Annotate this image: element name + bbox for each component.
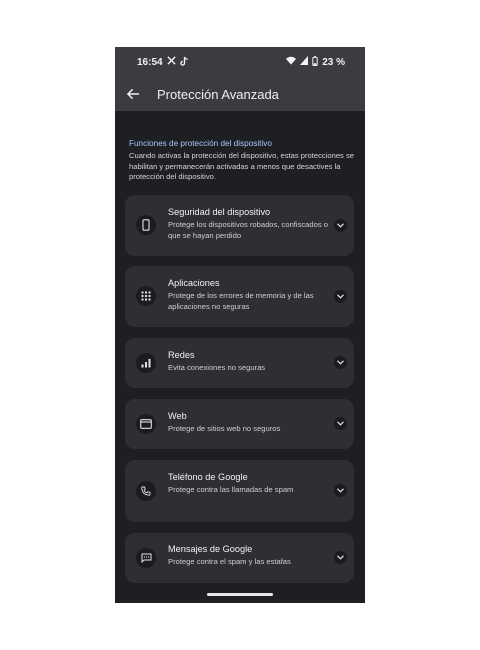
chevron-down-icon[interactable] — [334, 417, 347, 430]
page-title: Protección Avanzada — [157, 86, 279, 102]
card-google-messages[interactable]: Mensajes de Google Protege contra el spa… — [125, 533, 354, 583]
status-time: 16:54 — [137, 56, 163, 68]
battery-icon — [312, 55, 318, 69]
back-arrow-icon[interactable] — [125, 86, 141, 102]
chevron-down-icon[interactable] — [334, 356, 347, 369]
card-subtitle: Protege de los errores de memoria y de l… — [168, 291, 314, 311]
phone-screen: 16:54 23 % Protección Avanzada Funciones… — [115, 47, 365, 603]
section-title: Funciones de protección del dispositivo — [129, 139, 272, 148]
battery-percent: 23 % — [322, 56, 345, 68]
chevron-down-icon[interactable] — [334, 219, 347, 232]
card-text: Seguridad del dispositivo Protege los di… — [168, 207, 328, 241]
card-networks[interactable]: Redes Evita conexiones no seguras — [125, 338, 354, 388]
section-description: Cuando activas la protección del disposi… — [129, 151, 354, 181]
chevron-down-icon[interactable] — [334, 551, 347, 564]
card-text: Mensajes de Google Protege contra el spa… — [168, 544, 328, 568]
call-icon — [136, 481, 156, 501]
card-subtitle: Protege contra las llamadas de spam — [168, 485, 294, 494]
status-bar: 16:54 23 % — [115, 47, 365, 77]
card-title: Aplicaciones — [168, 278, 220, 288]
signal-bars-icon — [136, 353, 156, 373]
app-bar: Protección Avanzada — [115, 77, 365, 111]
card-title: Redes — [168, 350, 195, 360]
card-text: Web Protege de sitios web no seguros — [168, 411, 328, 435]
card-title: Mensajes de Google — [168, 544, 253, 554]
chevron-down-icon[interactable] — [334, 290, 347, 303]
apps-grid-icon — [136, 286, 156, 306]
status-right: 23 % — [286, 55, 345, 69]
browser-window-icon — [136, 414, 156, 434]
x-icon — [166, 56, 176, 68]
card-title: Teléfono de Google — [168, 472, 248, 482]
card-web[interactable]: Web Protege de sitios web no seguros — [125, 399, 354, 449]
card-subtitle: Evita conexiones no seguras — [168, 363, 266, 372]
card-applications[interactable]: Aplicaciones Protege de los errores de m… — [125, 266, 354, 327]
message-icon — [136, 548, 156, 568]
card-text: Aplicaciones Protege de los errores de m… — [168, 278, 328, 312]
card-title: Web — [168, 411, 187, 421]
card-device-security[interactable]: Seguridad del dispositivo Protege los di… — [125, 195, 354, 256]
chevron-down-icon[interactable] — [334, 484, 347, 497]
card-text: Teléfono de Google Protege contra las ll… — [168, 472, 328, 496]
card-subtitle: Protege contra el spam y las estafas — [168, 557, 291, 566]
card-google-phone[interactable]: Teléfono de Google Protege contra las ll… — [125, 460, 354, 522]
phone-icon — [136, 215, 156, 235]
tiktok-icon — [179, 56, 189, 69]
status-left: 16:54 — [137, 56, 189, 69]
signal-icon — [300, 56, 309, 68]
card-subtitle: Protege de sitios web no seguros — [168, 424, 281, 433]
card-subtitle: Protege los dispositivos robados, confis… — [168, 220, 328, 240]
gesture-nav-bar[interactable] — [207, 593, 273, 596]
card-title: Seguridad del dispositivo — [168, 207, 271, 217]
card-text: Redes Evita conexiones no seguras — [168, 350, 328, 374]
wifi-icon — [286, 56, 297, 68]
